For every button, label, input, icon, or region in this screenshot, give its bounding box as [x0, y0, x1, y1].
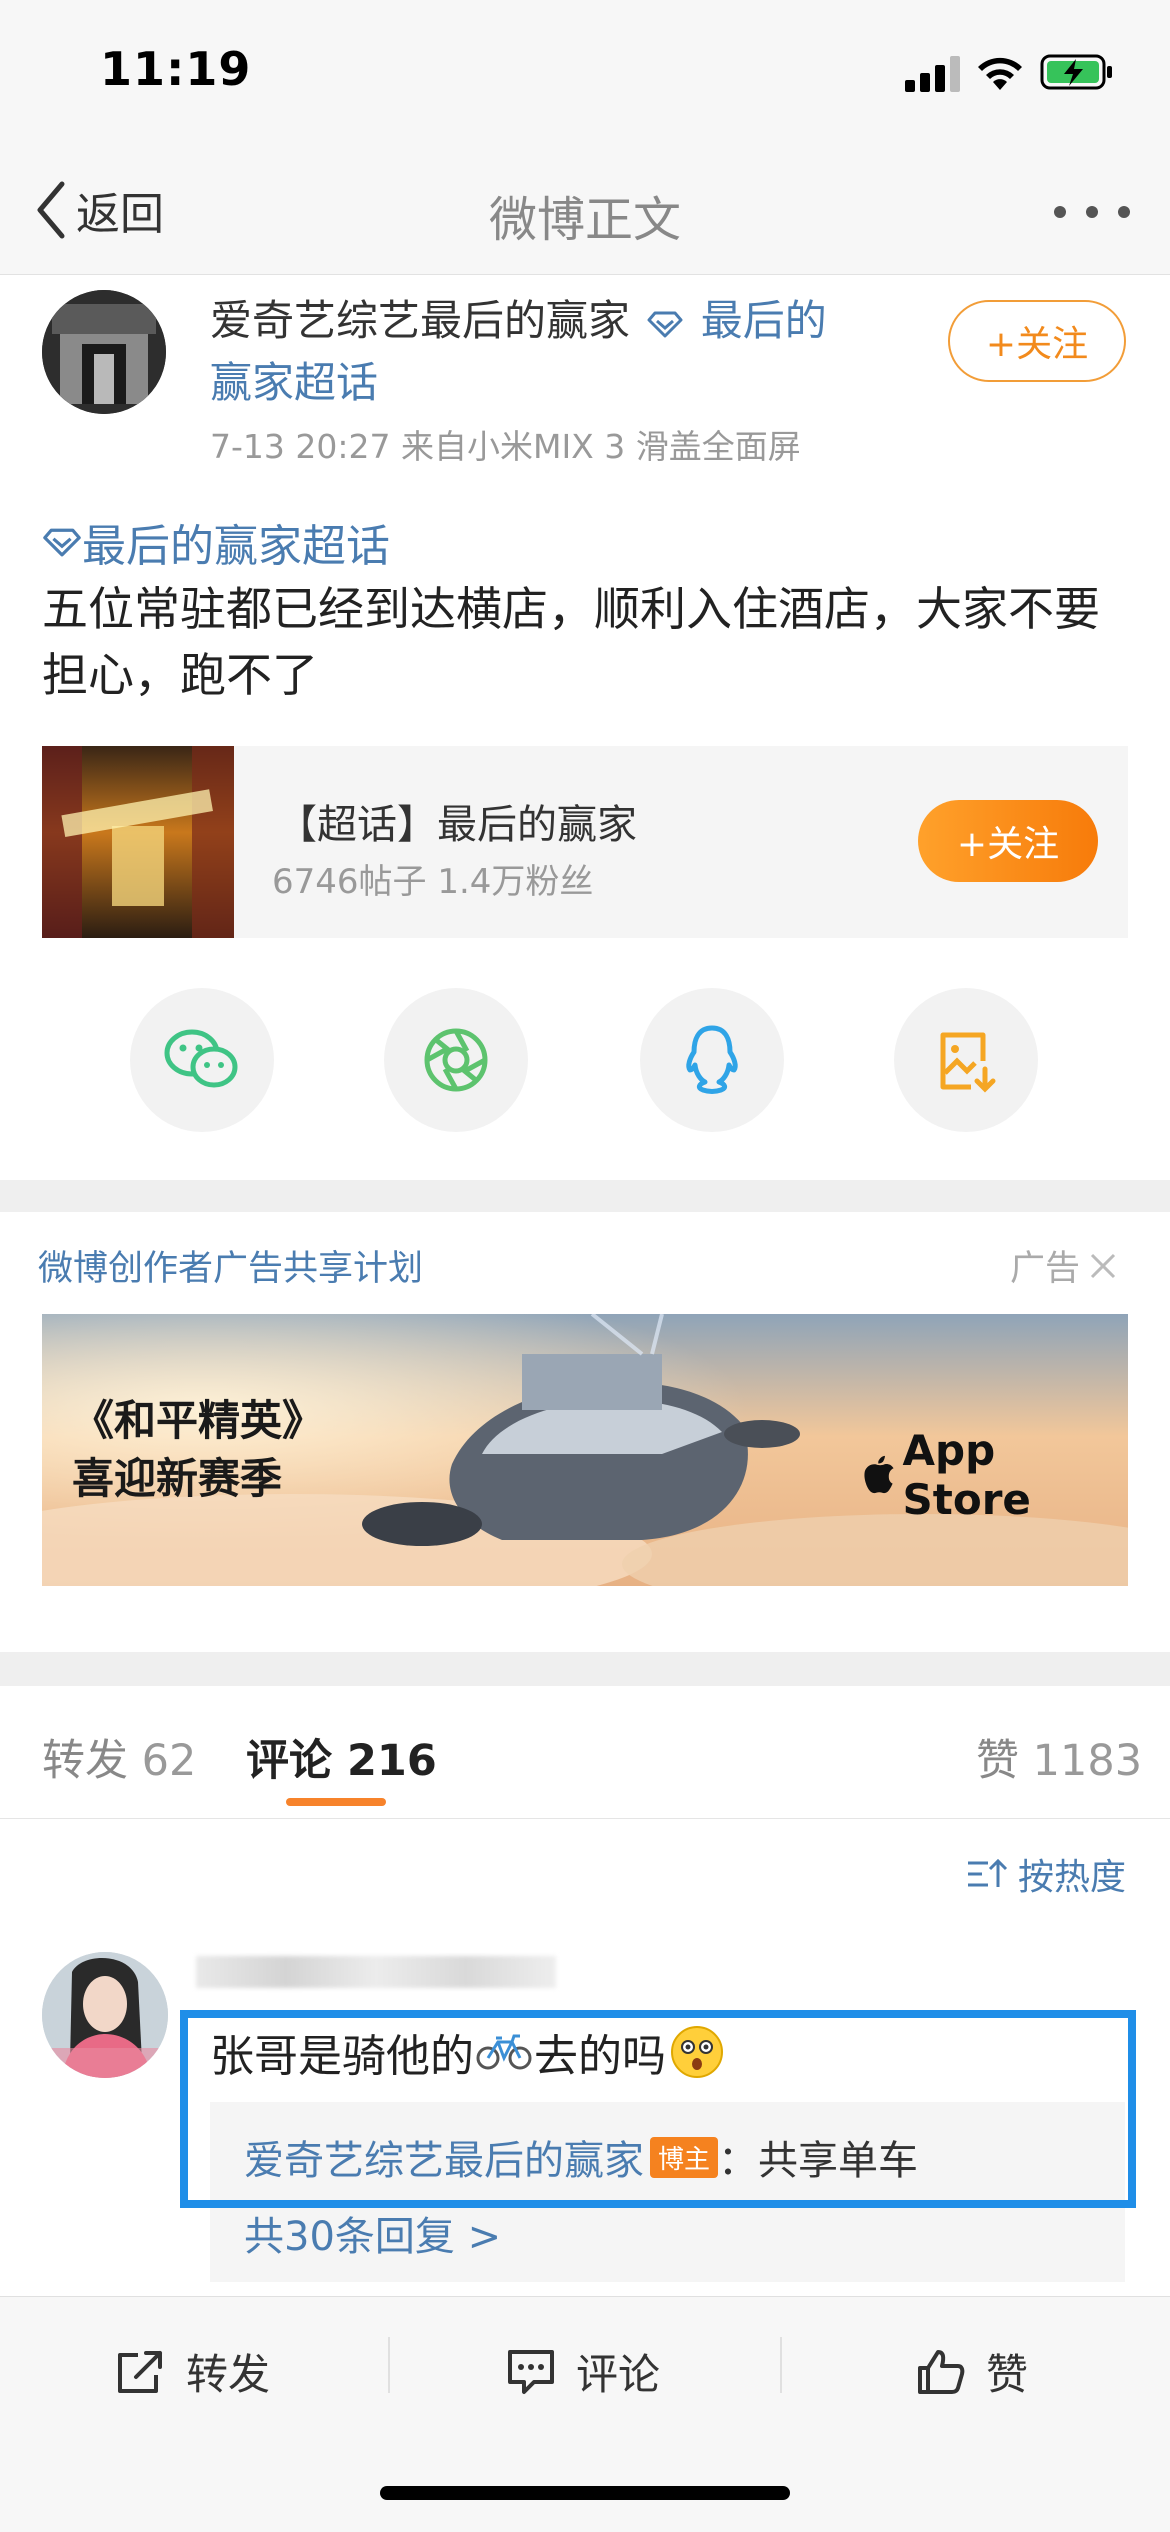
qq-icon: [686, 1025, 738, 1094]
more-options-button[interactable]: [1054, 190, 1130, 230]
sort-button[interactable]: 按热度: [966, 1848, 1126, 1900]
author-topic-link-cont[interactable]: 赢家超话: [210, 358, 378, 407]
apple-logo-icon: [864, 1455, 894, 1494]
topic-cover-image: [42, 746, 234, 938]
ad-banner[interactable]: 《和平精英》 喜迎新赛季 App Store: [42, 1314, 1128, 1586]
author-name-line[interactable]: 爱奇艺综艺最后的赢家 最后的 赢家超话: [210, 290, 910, 414]
toolbar-separator: [388, 2337, 390, 2393]
tab-divider: [0, 1818, 1170, 1819]
comment-icon: [508, 2349, 554, 2394]
follow-button[interactable]: +关注: [948, 300, 1126, 382]
author-topic-link[interactable]: 最后的: [701, 296, 827, 345]
topic-stats: 6746帖子 1.4万粉丝: [272, 862, 594, 902]
super-topic-diamond-icon: [647, 311, 683, 337]
avatar-image: [42, 1952, 168, 2078]
post-topic-label: 最后的赢家超话: [82, 521, 390, 572]
tab-like-count: 1183: [1032, 1736, 1143, 1786]
sort-label: 按热度: [1017, 1857, 1126, 1898]
tab-like[interactable]: 赞 1183: [976, 1726, 1142, 1788]
tab-comment-count: 216: [346, 1736, 437, 1786]
repost-icon: [118, 2350, 162, 2393]
status-bar: 11:19: [0, 0, 1170, 150]
ad-tag-label: 广告: [1009, 1249, 1080, 1289]
tab-comment[interactable]: 评论 216: [246, 1726, 437, 1788]
app-store-label: App Store: [902, 1426, 1031, 1524]
super-topic-diamond-icon: [43, 528, 81, 557]
ad-headline-line1: 《和平精英》: [72, 1396, 325, 1445]
status-time: 11:19: [100, 42, 252, 96]
tab-repost-label: 转发: [42, 1736, 128, 1786]
sort-icon: [967, 1858, 1008, 1887]
battery-charging-icon: [1040, 54, 1112, 90]
share-wechat-button[interactable]: [130, 988, 274, 1132]
author-name[interactable]: 爱奇艺综艺最后的赢家: [210, 296, 630, 345]
comment-button[interactable]: 评论: [506, 2341, 660, 2402]
home-indicator: [380, 2486, 790, 2500]
like-label: 赞: [986, 2350, 1029, 2399]
wechat-icon: [164, 1029, 238, 1088]
tab-comment-label: 评论: [246, 1736, 332, 1786]
comment-label: 评论: [576, 2350, 661, 2399]
topic-title: 【超话】最后的赢家: [277, 802, 637, 848]
topic-follow-button[interactable]: +关注: [918, 800, 1098, 882]
super-topic-card[interactable]: 【超话】最后的赢家 6746帖子 1.4万粉丝 +关注: [42, 746, 1128, 938]
active-tab-indicator: [286, 1798, 386, 1806]
page-title: 微博正文: [488, 192, 681, 248]
ad-program-link[interactable]: 微博创作者广告共享计划: [38, 1240, 423, 1291]
section-divider: [0, 1652, 1170, 1686]
avatar-image: [42, 290, 166, 414]
share-qq-button[interactable]: [640, 988, 784, 1132]
save-image-icon: [940, 1032, 996, 1093]
author-avatar[interactable]: [42, 290, 166, 414]
view-all-replies-link[interactable]: 共30条回复 >: [244, 2204, 501, 2262]
nav-bar: 返回 微博正文: [0, 150, 1170, 275]
ad-headline-line2: 喜迎新赛季: [72, 1454, 283, 1503]
highlight-annotation-box: [180, 2010, 1136, 2208]
tab-like-label: 赞: [976, 1736, 1019, 1786]
thumbs-up-icon: [918, 2349, 965, 2394]
repost-label: 转发: [186, 2350, 271, 2399]
share-moments-button[interactable]: [384, 988, 528, 1132]
moments-icon: [424, 1028, 488, 1092]
post-body: 五位常驻都已经到达横店，顺利入住酒店，大家不要担心，跑不了: [42, 582, 1100, 702]
share-row: [0, 988, 1170, 1132]
repost-button[interactable]: 转发: [116, 2341, 270, 2402]
section-divider: [0, 1180, 1170, 1212]
toolbar-separator: [780, 2337, 782, 2393]
tab-repost-count: 62: [141, 1736, 197, 1786]
save-image-button[interactable]: [894, 988, 1038, 1132]
cellular-signal-icon: [905, 56, 961, 92]
like-button[interactable]: 赞: [916, 2341, 1028, 2402]
post-meta: 7-13 20:27 来自小米MIX 3 滑盖全面屏: [210, 427, 801, 466]
ad-tag[interactable]: 广告: [1010, 1240, 1120, 1291]
app-store-badge: App Store: [862, 1426, 1128, 1524]
ad-headline: 《和平精英》 喜迎新赛季: [72, 1392, 324, 1508]
close-icon[interactable]: [1086, 1249, 1120, 1283]
commenter-avatar[interactable]: [42, 1952, 168, 2078]
post-topic-link[interactable]: 最后的赢家超话: [42, 510, 390, 574]
wifi-icon: [978, 57, 1022, 90]
commenter-name-redacted[interactable]: [196, 1956, 556, 1988]
tab-repost[interactable]: 转发 62: [42, 1726, 196, 1788]
